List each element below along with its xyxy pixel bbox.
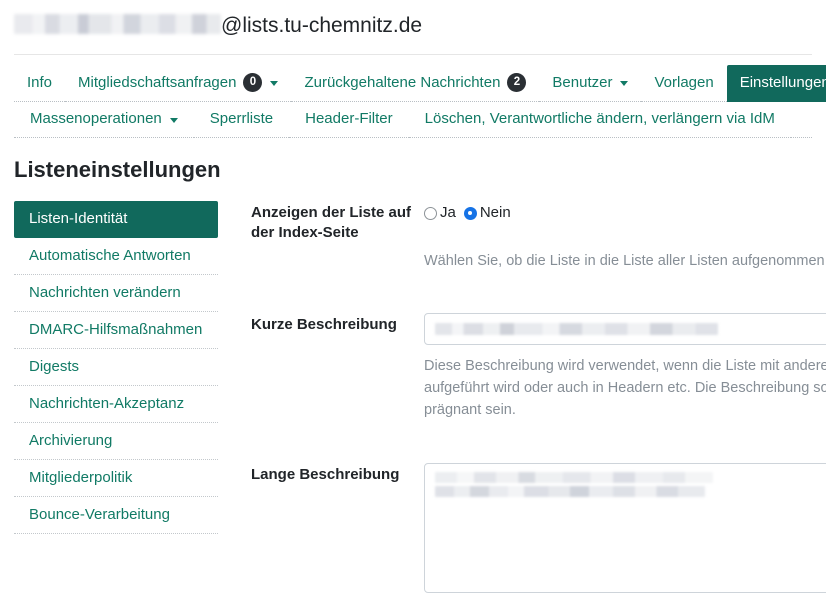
redacted-input-value: [435, 323, 718, 335]
field-index-visibility: Anzeigen der Liste auf der Index-Seite J…: [251, 201, 826, 272]
sidebar-item-nachrichten-veraendern[interactable]: Nachrichten verändern: [14, 275, 218, 312]
settings-content: Listen-Identität Automatische Antworten …: [0, 201, 826, 593]
sidebar-item-label: Listen-Identität: [29, 210, 128, 227]
tab-loeschen-verantwortliche-idm[interactable]: Löschen, Verantwortliche ändern, verläng…: [408, 102, 791, 138]
tab-zurueckgehaltene-nachrichten[interactable]: Zurückgehaltene Nachrichten 2: [291, 65, 540, 102]
tab-sperrliste[interactable]: Sperrliste: [193, 102, 290, 138]
tab-label: Sperrliste: [209, 110, 274, 127]
sidebar-item-label: Archivierung: [29, 432, 113, 449]
sidebar-item-label: Digests: [29, 358, 80, 375]
sidebar-item-automatische-antworten[interactable]: Automatische Antworten: [14, 238, 218, 275]
chevron-down-icon: [620, 81, 629, 86]
settings-sidebar: Listen-Identität Automatische Antworten …: [14, 201, 218, 534]
tab-row-secondary: Massenoperationen Sperrliste Header-Filt…: [14, 102, 812, 138]
field-help-text: Diese Beschreibung wird verwendet, wenn …: [424, 358, 826, 418]
field-control: [424, 463, 826, 593]
radio-group-index-visibility: Ja Nein: [424, 201, 826, 223]
redacted-textarea-line: [435, 472, 713, 483]
chevron-down-icon: [270, 81, 279, 86]
badge-count: 0: [243, 73, 263, 92]
radio-option-nein[interactable]: Nein: [463, 203, 511, 223]
tab-info[interactable]: Info: [14, 65, 66, 102]
tab-vorlagen[interactable]: Vorlagen: [641, 65, 727, 102]
tab-header-filter[interactable]: Header-Filter: [289, 102, 409, 138]
radio-label: Ja: [440, 204, 456, 221]
tab-label: Header-Filter: [305, 110, 393, 127]
settings-form: Anzeigen der Liste auf der Index-Seite J…: [218, 201, 826, 593]
list-address: @lists.tu-chemnitz.de: [14, 12, 812, 40]
field-long-description: Lange Beschreibung: [251, 463, 826, 593]
field-help-text: Wählen Sie, ob die Liste in die Liste al…: [424, 253, 826, 269]
badge-count: 2: [507, 73, 527, 92]
field-short-description: Kurze Beschreibung Diese Beschreibung wi…: [251, 313, 826, 421]
sidebar-item-listen-identitaet[interactable]: Listen-Identität: [14, 201, 218, 238]
radio-icon-selected[interactable]: [463, 206, 477, 220]
chevron-down-icon: [169, 117, 178, 123]
radio-icon[interactable]: [424, 206, 437, 220]
tab-mitgliedschaftsanfragen[interactable]: Mitgliedschaftsanfragen 0: [65, 65, 292, 102]
sidebar-item-label: DMARC-Hilfsmaßnahmen: [29, 321, 203, 338]
tab-label: Zurückgehaltene Nachrichten: [304, 73, 501, 91]
sidebar-item-label: Nachrichten verändern: [29, 284, 181, 301]
sidebar-item-archivierung[interactable]: Archivierung: [14, 423, 218, 460]
tab-label: Mitgliedschaftsanfragen: [78, 73, 237, 91]
tab-benutzer[interactable]: Benutzer: [539, 65, 642, 102]
sidebar-item-mitgliederpolitik[interactable]: Mitgliederpolitik: [14, 460, 218, 497]
redacted-list-name: [14, 14, 221, 34]
tab-label: Einstellungen: [739, 73, 826, 91]
field-label: Anzeigen der Liste auf der Index-Seite: [251, 204, 412, 241]
field-control: Diese Beschreibung wird verwendet, wenn …: [424, 313, 826, 421]
sidebar-item-label: Mitgliederpolitik: [29, 469, 133, 486]
radio-option-ja[interactable]: Ja: [424, 203, 456, 223]
tab-label: Info: [27, 73, 53, 91]
tab-navigation: Info Mitgliedschaftsanfragen 0 Zurückgeh…: [0, 55, 826, 138]
redacted-textarea-line: [435, 486, 705, 497]
page-header: @lists.tu-chemnitz.de: [0, 0, 826, 40]
sidebar-item-label: Bounce-Verarbeitung: [29, 506, 170, 523]
sidebar-item-bounce-verarbeitung[interactable]: Bounce-Verarbeitung: [14, 497, 218, 534]
sidebar-item-label: Nachrichten-Akzeptanz: [29, 395, 185, 412]
tab-massenoperationen[interactable]: Massenoperationen: [14, 102, 194, 138]
page-title: Listeneinstellungen: [14, 157, 221, 182]
long-description-textarea[interactable]: [424, 463, 826, 593]
tab-label: Benutzer: [552, 73, 613, 91]
tab-row-filler: [790, 102, 812, 138]
field-label: Kurze Beschreibung: [251, 316, 397, 333]
tab-label: Vorlagen: [654, 73, 714, 91]
sidebar-item-label: Automatische Antworten: [29, 247, 191, 264]
tab-row-primary: Info Mitgliedschaftsanfragen 0 Zurückgeh…: [14, 65, 826, 102]
field-control: Ja Nein Wählen Sie, ob die Liste in die …: [424, 201, 826, 272]
tab-label: Löschen, Verantwortliche ändern, verläng…: [424, 110, 775, 127]
sidebar-item-nachrichten-akzeptanz[interactable]: Nachrichten-Akzeptanz: [14, 386, 218, 423]
sidebar-item-dmarc-hilfsmassnahmen[interactable]: DMARC-Hilfsmaßnahmen: [14, 312, 218, 349]
tab-label: Massenoperationen: [30, 110, 162, 127]
sidebar-item-digests[interactable]: Digests: [14, 349, 218, 386]
radio-label: Nein: [479, 204, 511, 221]
short-description-input[interactable]: [424, 313, 826, 345]
field-label: Lange Beschreibung: [251, 466, 400, 483]
tab-einstellungen[interactable]: Einstellungen: [726, 65, 826, 102]
list-address-domain: @lists.tu-chemnitz.de: [221, 14, 423, 37]
